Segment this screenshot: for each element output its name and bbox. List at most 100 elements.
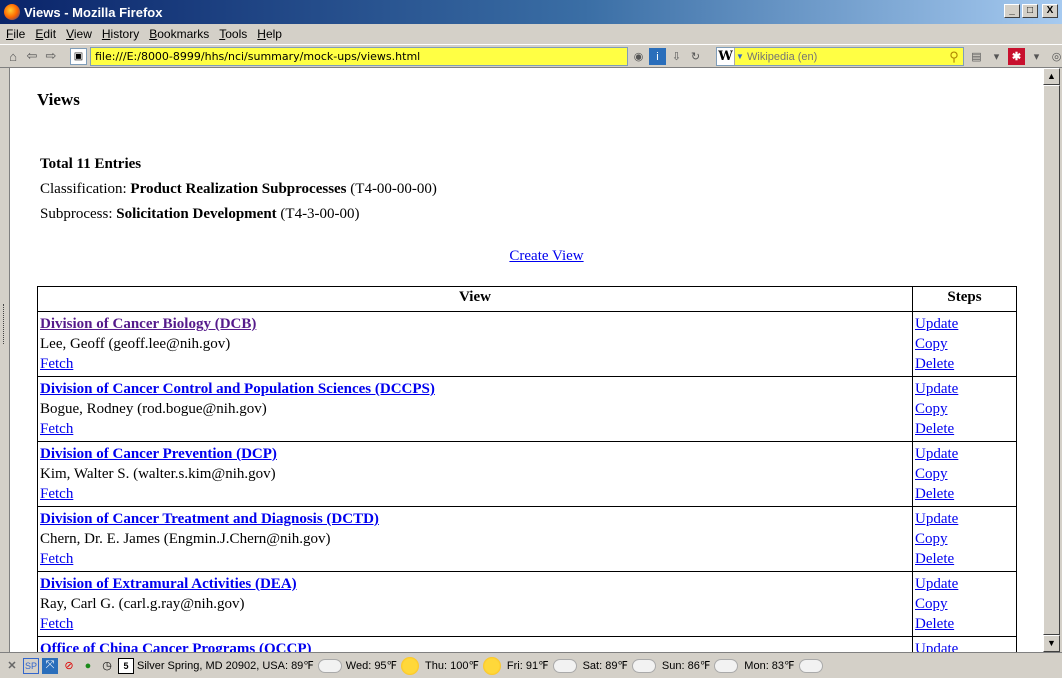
delete-link[interactable]: Delete <box>915 421 954 437</box>
xmarks-icon[interactable]: ⤧ <box>42 657 58 674</box>
update-link[interactable]: Update <box>915 381 958 397</box>
forward-icon[interactable]: ⇨ <box>42 47 60 65</box>
menu-view[interactable]: View <box>66 27 92 41</box>
forecast-sun[interactable]: Sun: 86℉ <box>662 658 742 673</box>
delete-link[interactable]: Delete <box>915 616 954 632</box>
delete-link[interactable]: Delete <box>915 551 954 567</box>
address-bar[interactable]: file:///E:/8000-8999/hhs/nci/summary/moc… <box>90 47 628 66</box>
close-status-icon[interactable]: ✕ <box>4 658 20 674</box>
update-link[interactable]: Update <box>915 511 958 527</box>
addon-red-icon[interactable]: ✱ <box>1008 48 1025 65</box>
green-status-icon[interactable]: ● <box>80 658 96 674</box>
addon-dropdown-icon[interactable]: ▾ <box>1028 48 1045 65</box>
fetch-link[interactable]: Fetch <box>40 551 73 567</box>
eye-icon[interactable]: ◎ <box>1048 48 1062 65</box>
view-cell: Division of Cancer Treatment and Diagnos… <box>37 506 913 572</box>
fetch-link[interactable]: Fetch <box>40 616 73 632</box>
menu-edit[interactable]: Edit <box>35 27 56 41</box>
menu-help[interactable]: Help <box>257 27 282 41</box>
page-tool-icons: ◉ i ⇩ ↻ <box>630 48 705 65</box>
menu-history[interactable]: History <box>102 27 139 41</box>
fetch-link[interactable]: Fetch <box>40 421 73 437</box>
view-contact: Chern, Dr. E. James (Engmin.J.Chern@nih.… <box>40 531 331 547</box>
total-entries: Total 11 Entries <box>40 156 142 172</box>
forecast-wed[interactable]: Wed: 95℉ <box>345 656 423 675</box>
window-title: Views - Mozilla Firefox <box>24 4 163 20</box>
create-view-link[interactable]: Create View <box>509 248 583 264</box>
view-title-link[interactable]: Division of Cancer Prevention (DCP) <box>40 446 277 462</box>
menu-tools[interactable]: Tools <box>219 27 247 41</box>
forecast-mon[interactable]: Mon: 83℉ <box>744 658 826 673</box>
view-title-link[interactable]: Division of Cancer Biology (DCB) <box>40 316 256 332</box>
forecast-label: Fri: 91℉ <box>506 660 549 672</box>
vertical-scrollbar[interactable]: ▲ ▼ <box>1043 68 1060 652</box>
weather-location[interactable]: Silver Spring, MD 20902, USA: 89℉ <box>137 659 314 672</box>
clock-icon[interactable]: ◷ <box>99 658 115 674</box>
partly-cloudy-icon <box>798 658 823 673</box>
view-title-link[interactable]: Division of Cancer Treatment and Diagnos… <box>40 511 379 527</box>
menu-file[interactable]: File <box>6 27 25 41</box>
subprocess-name: Solicitation Development <box>116 206 277 222</box>
update-link[interactable]: Update <box>915 576 958 592</box>
minimize-button[interactable]: _ <box>1004 4 1020 18</box>
view-cell: Division of Extramural Activities (DEA) … <box>37 571 913 637</box>
extension-dropdown-icon[interactable]: ▾ <box>988 48 1005 65</box>
table-row: Office of China Cancer Programs (OCCP) U… <box>37 636 1017 652</box>
forecast-label: Wed: 95℉ <box>345 660 398 672</box>
copy-link[interactable]: Copy <box>915 531 948 547</box>
sun-icon <box>482 656 501 675</box>
scroll-up-button[interactable]: ▲ <box>1043 68 1060 85</box>
update-link[interactable]: Update <box>915 446 958 462</box>
search-input[interactable] <box>745 48 945 65</box>
forecast-label: Mon: 83℉ <box>744 660 795 672</box>
status-bar: ✕ SP ⤧ ⊘ ● ◷ 5 Silver Spring, MD 20902, … <box>0 652 1062 678</box>
create-view-container: Create View <box>10 248 1043 265</box>
page-identity-icon[interactable]: ▣ <box>70 48 87 65</box>
steps-cell: Update Copy Delete <box>912 506 1017 572</box>
update-link[interactable]: Update <box>915 641 958 652</box>
sidebar-splitter[interactable] <box>0 68 10 652</box>
classification-code: (T4-00-00-00) <box>346 181 437 197</box>
delete-link[interactable]: Delete <box>915 356 954 372</box>
forecast-sat[interactable]: Sat: 89℉ <box>582 658 660 673</box>
delete-link[interactable]: Delete <box>915 486 954 502</box>
info-icon[interactable]: i <box>649 48 666 65</box>
extension-tool-icon[interactable]: ▤ <box>968 48 985 65</box>
scrollbar-thumb[interactable] <box>1043 85 1060 635</box>
download-arrow-icon[interactable]: ⇩ <box>668 48 685 65</box>
copy-link[interactable]: Copy <box>915 466 948 482</box>
globe-icon[interactable]: ◉ <box>630 48 647 65</box>
forecast-fri[interactable]: Fri: 91℉ <box>506 658 581 673</box>
calendar-icon[interactable]: 5 <box>118 657 134 674</box>
update-link[interactable]: Update <box>915 316 958 332</box>
search-icon[interactable]: ⚲ <box>945 49 963 65</box>
summary-block: Total 11 Entries Classification: Product… <box>40 152 437 227</box>
sp-extension-icon[interactable]: SP <box>23 657 39 674</box>
view-title-link[interactable]: Division of Cancer Control and Populatio… <box>40 381 435 397</box>
view-title-link[interactable]: Division of Extramural Activities (DEA) <box>40 576 297 592</box>
partly-cloudy-icon <box>552 658 577 673</box>
home-icon[interactable]: ⌂ <box>4 47 22 65</box>
stop-icon[interactable]: ⊘ <box>61 658 77 674</box>
fetch-link[interactable]: Fetch <box>40 486 73 502</box>
view-contact: Ray, Carl G. (carl.g.ray@nih.gov) <box>40 596 245 612</box>
copy-link[interactable]: Copy <box>915 596 948 612</box>
forecast-label: Thu: 100℉ <box>425 660 479 672</box>
window-controls: _ □ X <box>1004 4 1058 18</box>
forecast-thu[interactable]: Thu: 100℉ <box>425 656 505 675</box>
refresh-icon[interactable]: ↻ <box>687 48 704 65</box>
back-icon[interactable]: ⇦ <box>23 47 41 65</box>
copy-link[interactable]: Copy <box>915 401 948 417</box>
menu-bookmarks[interactable]: Bookmarks <box>149 27 209 41</box>
steps-cell: Update Copy Delete <box>912 376 1017 442</box>
maximize-button[interactable]: □ <box>1022 4 1038 18</box>
view-title-link[interactable]: Office of China Cancer Programs (OCCP) <box>40 641 311 652</box>
scroll-down-button[interactable]: ▼ <box>1043 635 1060 652</box>
search-engine-dropdown-icon[interactable]: ▼ <box>735 52 745 61</box>
copy-link[interactable]: Copy <box>915 336 948 352</box>
wikipedia-logo-icon[interactable]: W <box>717 48 735 65</box>
forecast-label: Sat: 89℉ <box>582 660 628 672</box>
close-button[interactable]: X <box>1042 4 1058 18</box>
fetch-link[interactable]: Fetch <box>40 356 73 372</box>
splitter-grip[interactable] <box>3 304 7 344</box>
